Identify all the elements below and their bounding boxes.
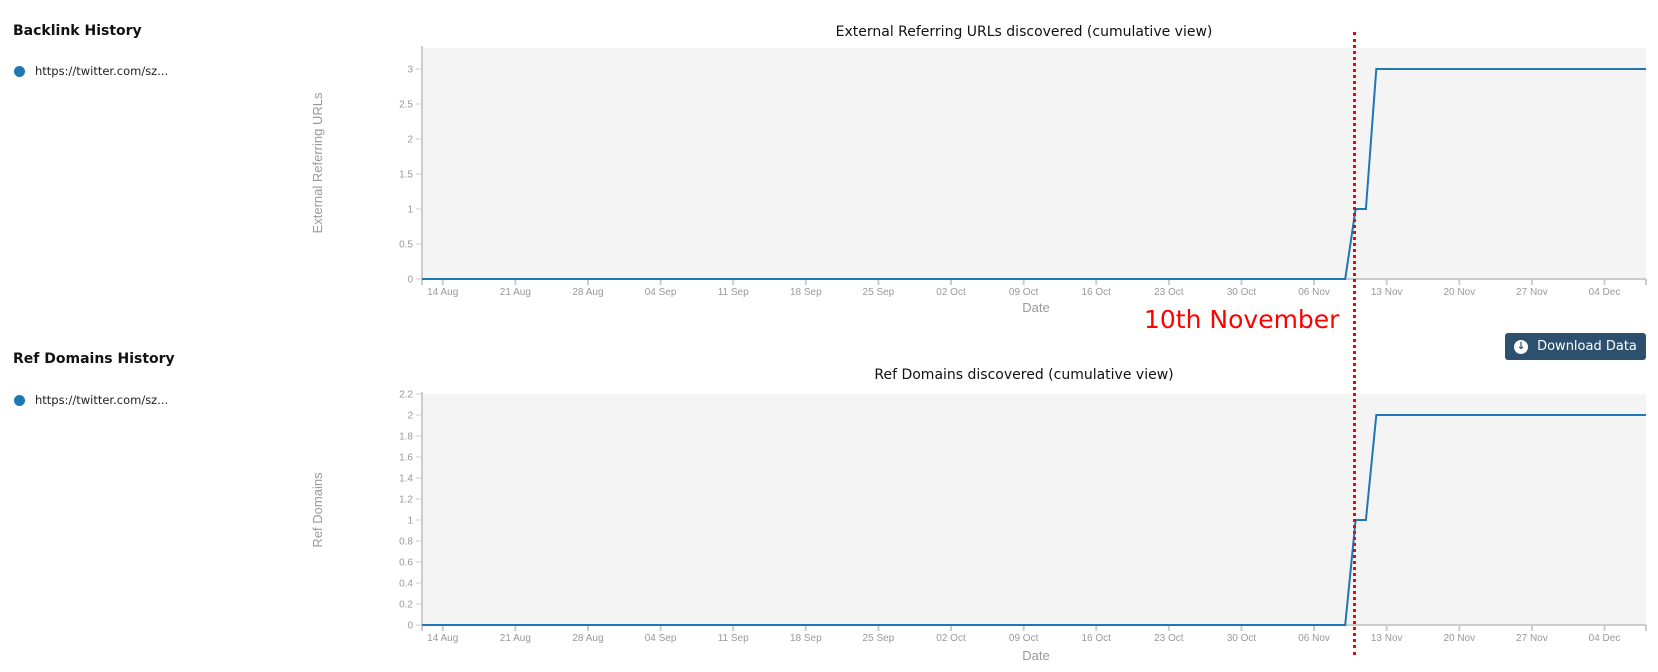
x-tick-label: 28 Aug <box>572 633 603 644</box>
annotation-label: 10th November <box>1144 305 1340 334</box>
x-tick-label: 13 Nov <box>1371 633 1403 644</box>
x-tick-label: 16 Oct <box>1082 633 1112 644</box>
y-tick-label: 1.8 <box>399 432 413 443</box>
x-tick-label: 27 Nov <box>1516 633 1548 644</box>
y-tick-label: 1 <box>407 516 413 527</box>
y-tick-label: 0.2 <box>399 600 413 611</box>
x-tick-label: 09 Oct <box>1009 633 1039 644</box>
y-tick-label: 2.2 <box>399 390 413 401</box>
y-tick-label: 1.4 <box>399 474 413 485</box>
y-tick-label: 0 <box>407 621 413 632</box>
y-tick-label: 0.4 <box>399 579 413 590</box>
ref-domains-chart: Ref Domains discovered (cumulative view)… <box>310 367 1647 663</box>
x-tick-label: 06 Nov <box>1298 633 1330 644</box>
y-tick-label: 0.8 <box>399 537 413 548</box>
x-tick-label: 20 Nov <box>1443 633 1475 644</box>
y-tick-label: 0.6 <box>399 558 413 569</box>
download-data-button[interactable]: ↓ Download Data <box>1505 333 1646 360</box>
chart-title: Ref Domains discovered (cumulative view) <box>874 367 1173 383</box>
x-tick-label: 21 Aug <box>500 633 531 644</box>
x-tick-label: 18 Sep <box>790 633 822 644</box>
x-tick-label: 30 Oct <box>1227 633 1257 644</box>
x-tick-label: 25 Sep <box>863 633 895 644</box>
y-tick-label: 2 <box>407 411 413 422</box>
x-tick-label: 11 Sep <box>718 633 749 644</box>
x-axis-label: Date <box>1022 648 1049 663</box>
annotation-marker-line <box>1353 32 1356 655</box>
x-tick-label: 23 Oct <box>1154 633 1184 644</box>
x-tick-label: 14 Aug <box>427 633 458 644</box>
x-tick-label: 02 Oct <box>936 633 966 644</box>
y-axis-label: Ref Domains <box>310 472 325 548</box>
download-data-label: Download Data <box>1537 339 1637 354</box>
x-tick-label: 04 Dec <box>1589 633 1621 644</box>
plot-background <box>422 394 1646 625</box>
download-circle-icon: ↓ <box>1514 339 1529 354</box>
y-tick-label: 1.2 <box>399 495 413 506</box>
x-tick-label: 04 Sep <box>645 633 677 644</box>
y-tick-label: 1.6 <box>399 453 413 464</box>
